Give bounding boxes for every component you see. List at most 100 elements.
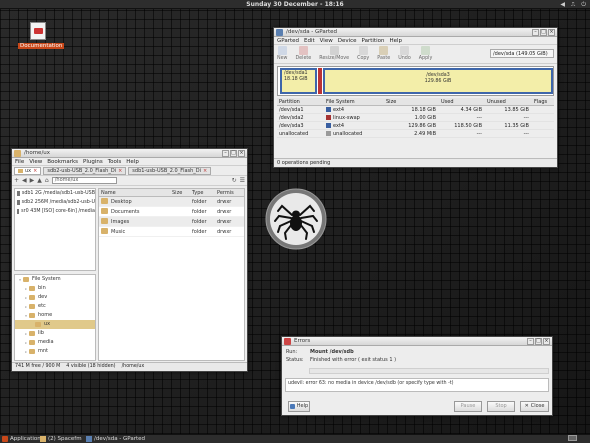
file-row[interactable]: Images folder drwxr (99, 217, 244, 227)
tree-item[interactable]: ▹ bin (15, 284, 95, 293)
column-header[interactable]: Used (439, 98, 485, 105)
menu-bookmarks[interactable]: Bookmarks (47, 158, 78, 165)
undo-button[interactable]: Undo (398, 46, 411, 62)
taskbar-item-spacefm[interactable]: (2) Spacefm (40, 435, 82, 443)
refresh-icon[interactable]: ↻ (232, 177, 237, 184)
maximize-button[interactable]: □ (535, 338, 542, 345)
folder-icon (101, 228, 108, 234)
partition-block-sda3[interactable]: /dev/sda3 129.86 GiB (323, 68, 553, 94)
close-button[interactable]: × (238, 150, 245, 157)
tab-sdb2[interactable]: sdb2-usb-USB_2.0_Flash_Di × (43, 166, 127, 175)
partition-block-sda1[interactable]: /dev/sda1 18.18 GiB (280, 68, 317, 94)
device-item[interactable]: sdb2 256M /media/sdb2-usb-U (15, 198, 95, 207)
partition-rows: /dev/sda1 ext4 18.18 GiB 4.34 GiB 13.85 GiB /… (277, 106, 554, 138)
file-size (170, 217, 190, 226)
close-dialog-button[interactable]: ✕ Close (520, 401, 549, 412)
column-header-permissions[interactable]: Permis (215, 189, 243, 196)
column-header-type[interactable]: Type (190, 189, 215, 196)
new-button[interactable]: New (277, 46, 287, 62)
file-row[interactable]: Documents folder drwxr (99, 207, 244, 217)
partition-row[interactable]: /dev/sda1 ext4 18.18 GiB 4.34 GiB 13.85 GiB (277, 106, 554, 114)
menu-tools[interactable]: Tools (108, 158, 122, 165)
menu-plugins[interactable]: Plugins (83, 158, 103, 165)
tree-item[interactable]: ▿ File System (15, 275, 95, 284)
close-button[interactable]: × (543, 338, 550, 345)
desktop-icon-documentation[interactable]: Documentation (18, 22, 65, 49)
menu-icon[interactable]: ☰ (240, 177, 245, 184)
column-header[interactable]: Size (384, 98, 439, 105)
column-header[interactable]: Flags (532, 98, 557, 105)
network-icon[interactable]: ⎍ (571, 0, 575, 9)
volume-icon[interactable]: ◀ (560, 0, 565, 9)
file-manager-menubar: File View Bookmarks Plugins Tools Help (12, 158, 247, 166)
delete-button[interactable]: Delete (295, 46, 311, 62)
folder-icon (101, 218, 108, 224)
maximize-button[interactable]: □ (540, 29, 547, 36)
column-header-name[interactable]: Name (99, 189, 170, 196)
menu-help[interactable]: Help (389, 37, 402, 44)
window-title: /home/ux (24, 150, 51, 156)
stop-button[interactable]: Stop (487, 401, 515, 412)
partition-row[interactable]: unallocated unallocated 2.49 MiB --- --- (277, 130, 554, 138)
show-desktop-button[interactable] (568, 435, 577, 441)
file-row[interactable]: Music folder drwxr (99, 227, 244, 237)
partition-row[interactable]: /dev/sda3 ext4 129.86 GiB 118.50 GiB 11.35 G… (277, 122, 554, 130)
menu-view[interactable]: View (29, 158, 42, 165)
path-bar[interactable]: /home/ux (51, 177, 117, 184)
column-header[interactable]: File System (324, 98, 384, 105)
up-icon[interactable]: ▲ (37, 177, 42, 184)
menu-file[interactable]: File (15, 158, 24, 165)
tab-close-icon[interactable]: × (118, 168, 122, 174)
clock[interactable]: Sunday 30 December - 18:16 (0, 1, 590, 8)
menu-view[interactable]: View (320, 37, 333, 44)
minimize-button[interactable]: – (532, 29, 539, 36)
pause-button[interactable]: Pause (454, 401, 482, 412)
paste-button[interactable]: Paste (377, 46, 390, 62)
partition-block-sda2[interactable] (318, 68, 322, 94)
close-button[interactable]: × (548, 29, 555, 36)
taskbar-item-gparted[interactable]: /dev/sda - GParted (86, 435, 145, 443)
file-rows: Desktop folder drwxr Documents folder drwxr Im… (99, 197, 244, 237)
help-button[interactable]: Help (288, 401, 310, 412)
partition-row[interactable]: /dev/sda2 linux-swap 1.00 GiB --- --- (277, 114, 554, 122)
back-icon[interactable]: ◀ (22, 177, 27, 184)
tree-item[interactable]: ▿ home (15, 311, 95, 320)
resize-move-button[interactable]: Resize/Move (319, 46, 349, 62)
tree-item[interactable]: ▹ media (15, 338, 95, 347)
apply-button[interactable]: Apply (419, 46, 432, 62)
tab-sdb1[interactable]: sdb1-usb-USB_2.0_Flash_Di × (128, 166, 212, 175)
file-manager-titlebar[interactable]: /home/ux – □ × (12, 149, 247, 158)
tree-item[interactable]: ▹ dev (15, 293, 95, 302)
tree-item[interactable]: ▹ etc (15, 302, 95, 311)
home-icon[interactable]: ⌂ (45, 177, 49, 184)
column-header-size[interactable]: Size (170, 189, 190, 196)
minimize-button[interactable]: – (527, 338, 534, 345)
tab-close-icon[interactable]: × (203, 168, 207, 174)
error-message[interactable]: udevil: error 63: no media in device /de… (285, 378, 549, 392)
forward-icon[interactable]: ▶ (30, 177, 35, 184)
column-header[interactable]: Partition (277, 98, 324, 105)
applications-menu[interactable]: Applications (2, 435, 44, 443)
copy-button[interactable]: Copy (357, 46, 369, 62)
tab-close-icon[interactable]: × (33, 168, 37, 174)
minimize-button[interactable]: – (222, 150, 229, 157)
tree-item[interactable]: ▹ mnt (15, 347, 95, 356)
tree-item[interactable]: ▹ lib (15, 329, 95, 338)
menu-gparted[interactable]: GParted (277, 37, 299, 44)
maximize-button[interactable]: □ (230, 150, 237, 157)
new-tab-icon[interactable]: + (14, 177, 19, 184)
menu-partition[interactable]: Partition (362, 37, 385, 44)
file-row[interactable]: Desktop folder drwxr (99, 197, 244, 207)
menu-device[interactable]: Device (338, 37, 357, 44)
gparted-titlebar[interactable]: /dev/sda - GParted – □ × (274, 28, 557, 37)
column-header[interactable]: Unused (485, 98, 532, 105)
menu-edit[interactable]: Edit (304, 37, 315, 44)
tree-item[interactable]: ux (15, 320, 95, 329)
device-selector[interactable]: /dev/sda (149.05 GiB) (490, 49, 554, 58)
tab-ux[interactable]: ux × (14, 166, 42, 175)
errors-titlebar[interactable]: Errors – □ × (282, 337, 552, 346)
device-item[interactable]: sr0 43M [ISO] core-6in] /media (15, 207, 95, 216)
menu-help[interactable]: Help (126, 158, 139, 165)
power-icon[interactable]: ⏻ (581, 0, 586, 9)
device-item[interactable]: sdb1 2G /media/sdb1-usb-USB (15, 189, 95, 198)
